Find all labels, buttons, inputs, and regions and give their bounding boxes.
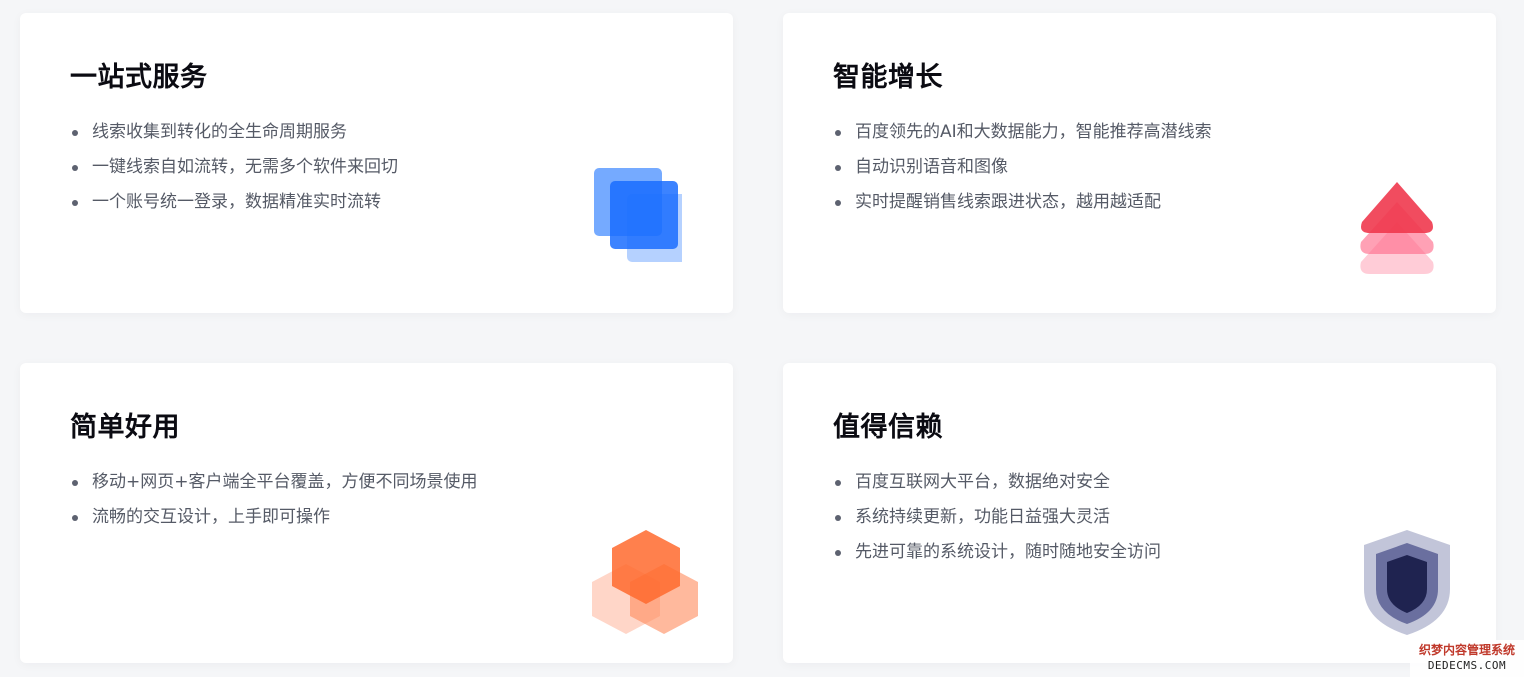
- stacked-arrows-up-icon: [1360, 182, 1434, 274]
- feature-item: 移动+网页+客户端全平台覆盖，方便不同场景使用: [70, 465, 683, 500]
- feature-grid: 一站式服务 线索收集到转化的全生命周期服务 一键线索自如流转，无需多个软件来回切…: [0, 0, 1524, 677]
- feature-item: 线索收集到转化的全生命周期服务: [70, 115, 683, 150]
- overlapping-squares-icon: [594, 168, 682, 262]
- hexagon-cluster-icon: [592, 530, 698, 634]
- feature-card-one-stop-service: 一站式服务 线索收集到转化的全生命周期服务 一键线索自如流转，无需多个软件来回切…: [20, 13, 733, 313]
- shield-icon: [1364, 530, 1450, 635]
- watermark-line-en: DEDECMS.COM: [1427, 659, 1507, 672]
- feature-item: 百度领先的AI和大数据能力，智能推荐高潜线索: [833, 115, 1446, 150]
- card-title: 一站式服务: [70, 62, 208, 93]
- watermark-line-cn: 织梦内容管理系统: [1418, 643, 1515, 657]
- card-title: 值得信赖: [833, 412, 943, 443]
- card-title: 智能增长: [833, 62, 943, 93]
- watermark-logo: 织梦内容管理系统 DEDECMS.COM: [1410, 640, 1524, 677]
- card-title: 简单好用: [70, 412, 180, 443]
- feature-item: 百度互联网大平台，数据绝对安全: [833, 465, 1446, 500]
